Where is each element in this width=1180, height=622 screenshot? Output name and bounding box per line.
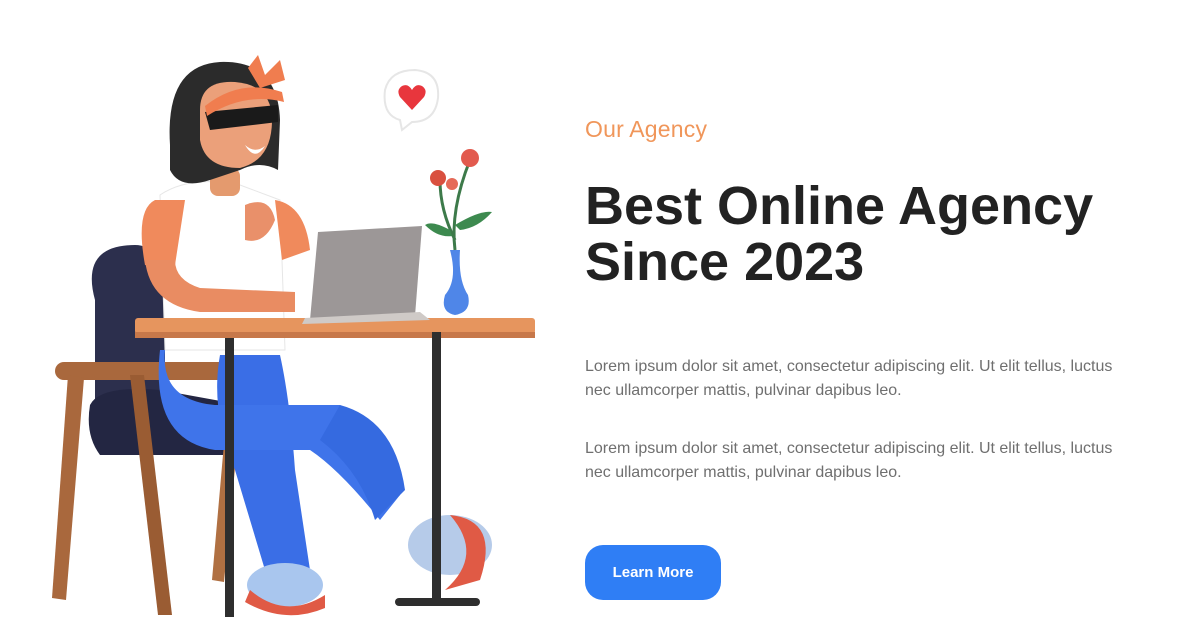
title-line-2: Since 2023: [585, 232, 865, 292]
woman-at-desk-illustration: [52, 55, 535, 617]
heart-icon: [383, 68, 440, 132]
desk-edge: [135, 332, 535, 338]
learn-more-button[interactable]: Learn More: [585, 545, 721, 600]
laptop-icon: [302, 226, 430, 324]
hero-content: Our Agency Best Online Agency Since 2023…: [585, 0, 1145, 617]
hero-illustration: [40, 50, 550, 617]
description-paragraph-1: Lorem ipsum dolor sit amet, consectetur …: [585, 358, 1113, 399]
eyebrow-label: Our Agency: [585, 116, 708, 142]
title-line-1: Best Online Agency: [585, 176, 1094, 236]
chair-leg-front-left: [52, 375, 84, 600]
page-title: Best Online Agency Since 2023: [585, 178, 1145, 290]
flower-vase-icon: [425, 149, 492, 315]
description-paragraph-2: Lorem ipsum dolor sit amet, consectetur …: [585, 440, 1113, 481]
desk-foot: [395, 598, 480, 606]
desk-leg-right: [432, 332, 441, 602]
desk-leg-left: [225, 338, 234, 617]
chair-arm: [55, 362, 245, 380]
